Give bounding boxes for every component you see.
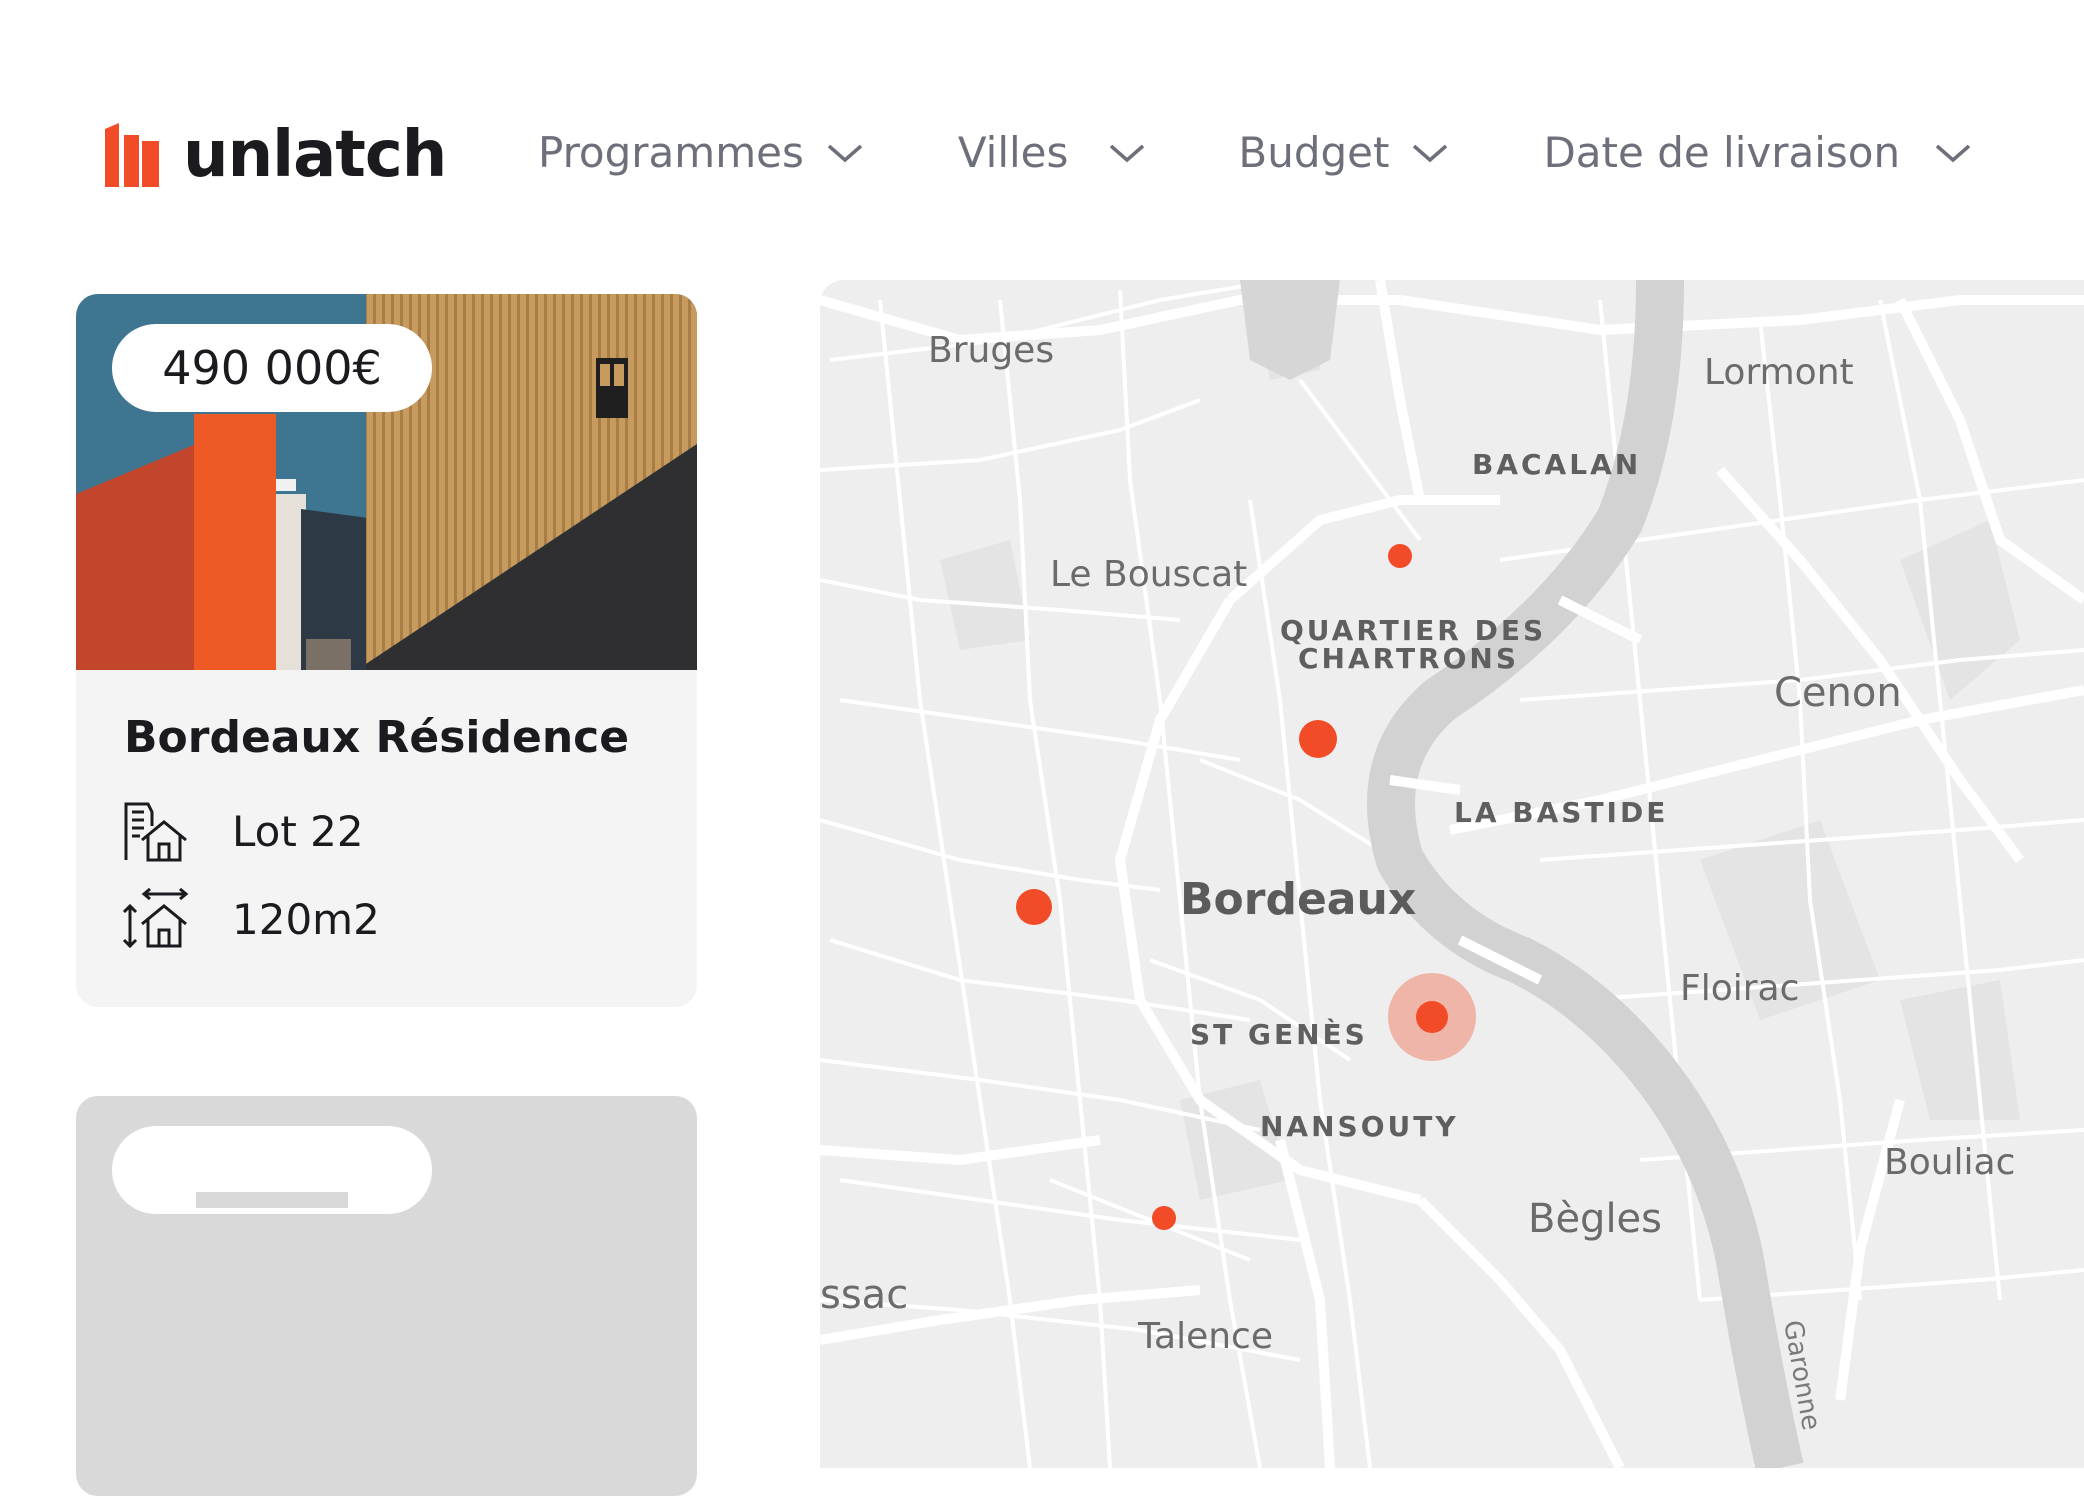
map-marker[interactable] <box>1299 720 1337 758</box>
map-label-bruges: Bruges <box>928 330 1054 371</box>
nav-budget[interactable]: Budget <box>1238 128 1449 177</box>
price-badge: 490 000€ <box>112 324 432 412</box>
lot-label: Lot 22 <box>232 806 364 856</box>
map-label-bacalan: BACALAN <box>1472 448 1641 481</box>
chevron-down-icon <box>1110 144 1145 162</box>
house-dimensions-icon <box>122 888 189 949</box>
nav-date-livraison[interactable]: Date de livraison <box>1543 128 1972 177</box>
listing-title: Bordeaux Résidence <box>124 712 630 763</box>
price-badge-placeholder <box>112 1126 432 1214</box>
map-label-lormont: Lormont <box>1704 352 1854 393</box>
nav-villes[interactable]: Villes <box>958 128 1147 177</box>
map-marker[interactable] <box>1016 889 1052 925</box>
map-label-cenon: Cenon <box>1774 670 1902 716</box>
nav-date-livraison-label: Date de livraison <box>1543 128 1901 177</box>
map-label-bouliac: Bouliac <box>1884 1142 2015 1183</box>
map-marker-selected[interactable] <box>1416 1001 1448 1033</box>
listing-card-placeholder <box>76 1096 697 1496</box>
brand-name: unlatch <box>183 118 447 192</box>
map-view[interactable]: Bruges Lormont Le Bouscat Cenon Floirac … <box>820 280 2084 1468</box>
map-marker[interactable] <box>1388 544 1412 568</box>
map-label-bordeaux: Bordeaux <box>1180 874 1416 925</box>
map-label-floirac: Floirac <box>1680 968 1799 1009</box>
main-nav: Programmes Villes Budget Date de livrais… <box>538 128 1972 177</box>
area-label: 120m2 <box>232 894 380 944</box>
map-label-chartrons-2: CHARTRONS <box>1298 642 1519 675</box>
building-house-icon <box>124 802 187 862</box>
lot-feature: Lot 22 <box>122 800 364 862</box>
listing-card[interactable]: 490 000€ Bordeaux Résidence Lot 22 120m2 <box>76 294 697 1007</box>
map-label-talence: Talence <box>1137 1316 1273 1357</box>
nav-programmes[interactable]: Programmes <box>538 128 864 177</box>
listing-photo: 490 000€ <box>76 294 697 670</box>
chevron-down-icon <box>1413 144 1448 162</box>
brand-logo[interactable]: unlatch <box>105 118 447 192</box>
area-feature: 120m2 <box>122 888 380 950</box>
chevron-down-icon <box>1935 144 1971 162</box>
nav-budget-label: Budget <box>1238 128 1390 177</box>
map-label-le-bouscat: Le Bouscat <box>1050 554 1247 595</box>
nav-villes-label: Villes <box>957 128 1069 177</box>
chevron-down-icon <box>827 144 862 162</box>
map-label-begles: Bègles <box>1528 1196 1662 1242</box>
map-label-st-genes: ST GENÈS <box>1190 1017 1368 1051</box>
nav-programmes-label: Programmes <box>538 128 804 177</box>
map-label-la-bastide: LA BASTIDE <box>1454 796 1668 829</box>
skeleton-bar <box>196 1192 348 1208</box>
logo-mark-icon <box>105 123 159 187</box>
map-label-nansouty: NANSOUTY <box>1260 1110 1459 1143</box>
map-label-ssac: ssac <box>820 1272 908 1318</box>
map-marker[interactable] <box>1152 1206 1176 1230</box>
